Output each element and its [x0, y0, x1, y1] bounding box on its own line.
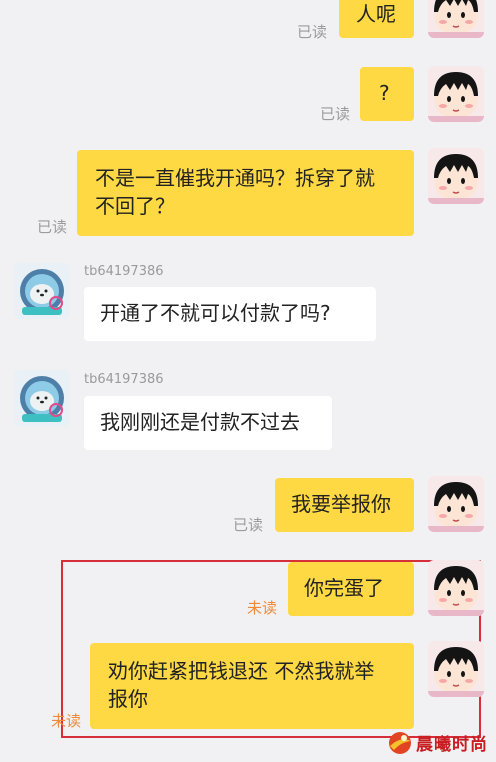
- message-bubble[interactable]: ?: [360, 67, 414, 121]
- girl-avatar-icon: [428, 66, 484, 122]
- user-avatar[interactable]: [428, 560, 484, 616]
- logo-emblem-icon: [389, 732, 411, 754]
- user-avatar[interactable]: [428, 66, 484, 122]
- read-status: 已读: [37, 218, 68, 236]
- watermark-text: 晨曦时尚: [416, 735, 488, 755]
- sender-name: tb64197386: [84, 372, 164, 387]
- message-bubble[interactable]: 我刚刚还是付款不过去: [84, 396, 332, 450]
- contact-avatar[interactable]: [14, 370, 70, 426]
- user-avatar[interactable]: [428, 0, 484, 38]
- message-bubble[interactable]: 人呢: [339, 0, 414, 38]
- seal-avatar-icon: [14, 263, 70, 319]
- message-bubble[interactable]: 劝你赶紧把钱退还 不然我就举 报你: [90, 643, 414, 729]
- message-bubble[interactable]: 我要举报你: [275, 478, 414, 532]
- read-status: 已读: [233, 516, 264, 534]
- message-bubble[interactable]: 你完蛋了: [288, 562, 414, 616]
- message-bubble[interactable]: 不是一直催我开通吗？拆穿了就 不回了？: [77, 150, 414, 236]
- read-status: 已读: [320, 105, 351, 123]
- girl-avatar-icon: [428, 148, 484, 204]
- chat-screen: { "messages": [ {"type": "outgoing", "te…: [0, 0, 496, 762]
- message-bubble[interactable]: 开通了不就可以付款了吗?: [84, 287, 376, 341]
- watermark-logo: 晨曦时尚: [386, 728, 490, 756]
- girl-avatar-icon: [428, 0, 484, 38]
- unread-status: 未读: [247, 599, 278, 617]
- girl-avatar-icon: [428, 641, 484, 697]
- user-avatar[interactable]: [428, 148, 484, 204]
- user-avatar[interactable]: [428, 476, 484, 532]
- user-avatar[interactable]: [428, 641, 484, 697]
- contact-avatar[interactable]: [14, 263, 70, 319]
- girl-avatar-icon: [428, 560, 484, 616]
- unread-status: 未读: [51, 712, 82, 730]
- girl-avatar-icon: [428, 476, 484, 532]
- read-status: 已读: [297, 23, 328, 41]
- sender-name: tb64197386: [84, 264, 164, 279]
- seal-avatar-icon: [14, 370, 70, 426]
